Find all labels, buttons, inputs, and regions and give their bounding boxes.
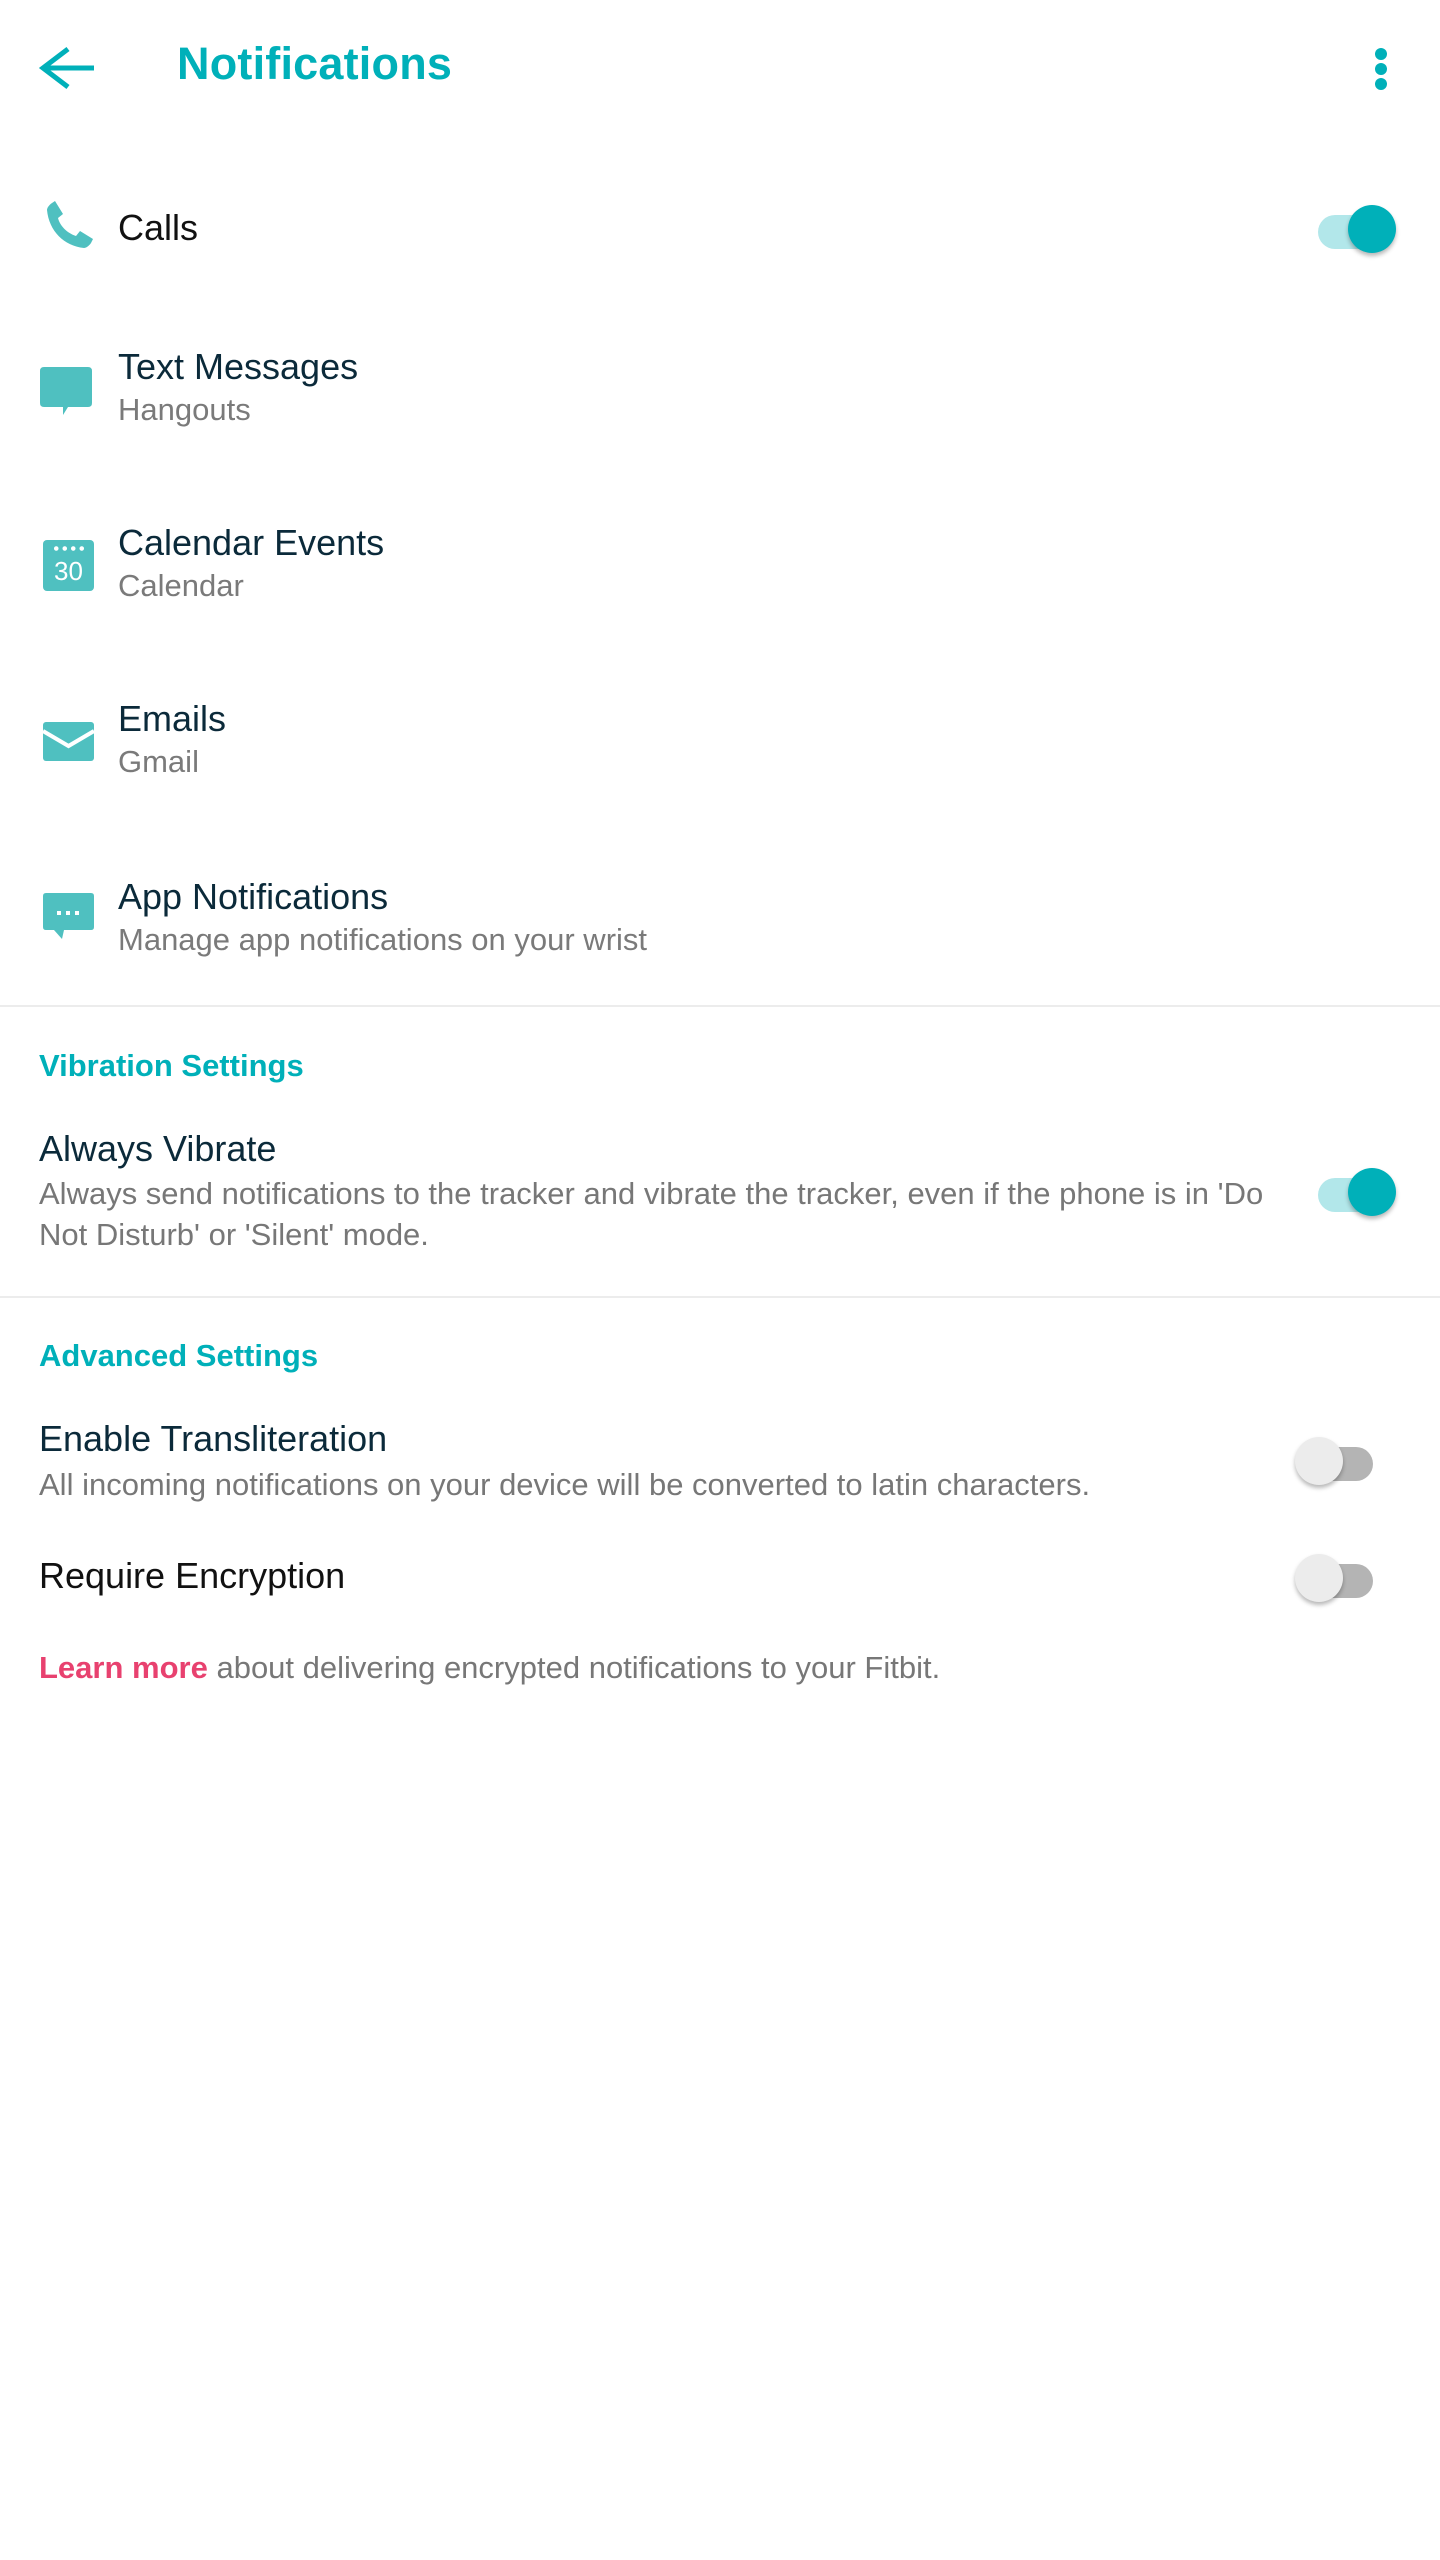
more-vertical-icon-dot: [1375, 78, 1387, 90]
calendar-icon-dots: [52, 546, 86, 551]
app-message-icon: [43, 893, 94, 939]
always-vibrate-description: Always send notifications to the tracker…: [39, 1176, 1264, 1252]
require-encryption-label: Require Encryption: [39, 1555, 346, 1596]
more-vertical-icon-dot: [1375, 63, 1387, 75]
list-item-calls[interactable]: Calls: [0, 190, 1440, 270]
toggle-thumb: [1295, 1554, 1343, 1602]
transliteration-label: Enable Transliteration: [39, 1418, 388, 1459]
text-messages-label: Text Messages: [118, 346, 359, 387]
list-item-calendar-events[interactable]: 30 Calendar Events Calendar: [0, 516, 1440, 616]
more-vertical-icon: [1375, 48, 1387, 60]
list-item-emails[interactable]: Emails Gmail: [0, 692, 1440, 792]
list-item-app-notifications[interactable]: App Notifications Manage app notificatio…: [0, 868, 1440, 968]
more-options-button[interactable]: [1360, 40, 1404, 96]
page-title: Notifications: [177, 38, 453, 89]
toggle-thumb: [1295, 1437, 1343, 1485]
learn-more-text: Learn more about delivering encrypted no…: [39, 1650, 940, 1686]
text-messages-app: Hangouts: [118, 392, 251, 427]
calls-label: Calls: [118, 207, 199, 248]
calendar-events-app: Calendar: [118, 568, 244, 603]
calendar-events-label: Calendar Events: [118, 522, 385, 563]
envelope-icon: [43, 722, 94, 761]
always-vibrate-label: Always Vibrate: [39, 1128, 277, 1169]
emails-label: Emails: [118, 698, 227, 739]
message-bubble-icon: [40, 367, 92, 415]
advanced-settings-header: Advanced Settings: [39, 1338, 319, 1373]
back-button[interactable]: [30, 36, 110, 100]
section-divider: [0, 1005, 1440, 1007]
emails-app: Gmail: [118, 744, 199, 779]
phone-icon: [47, 201, 93, 248]
section-divider: [0, 1296, 1440, 1298]
always-vibrate-toggle[interactable]: [1310, 1164, 1396, 1220]
calls-toggle[interactable]: [1310, 201, 1396, 257]
learn-more-link[interactable]: Learn more: [39, 1650, 208, 1685]
transliteration-description: All incoming notifications on your devic…: [39, 1467, 1091, 1502]
vibration-settings-header: Vibration Settings: [39, 1048, 304, 1083]
app-notifications-label: App Notifications: [118, 876, 389, 917]
calendar-icon-date: 30: [54, 556, 83, 586]
transliteration-toggle[interactable]: [1295, 1433, 1381, 1489]
toggle-thumb: [1348, 1168, 1396, 1216]
learn-more-description: about delivering encrypted notifications…: [207, 1650, 941, 1685]
arrow-left-icon: [38, 47, 94, 89]
list-item-text-messages[interactable]: Text Messages Hangouts: [0, 340, 1440, 440]
app-notifications-description: Manage app notifications on your wrist: [118, 922, 648, 957]
require-encryption-toggle[interactable]: [1295, 1550, 1381, 1606]
calendar-icon: 30: [43, 540, 94, 591]
toggle-thumb: [1348, 205, 1396, 253]
